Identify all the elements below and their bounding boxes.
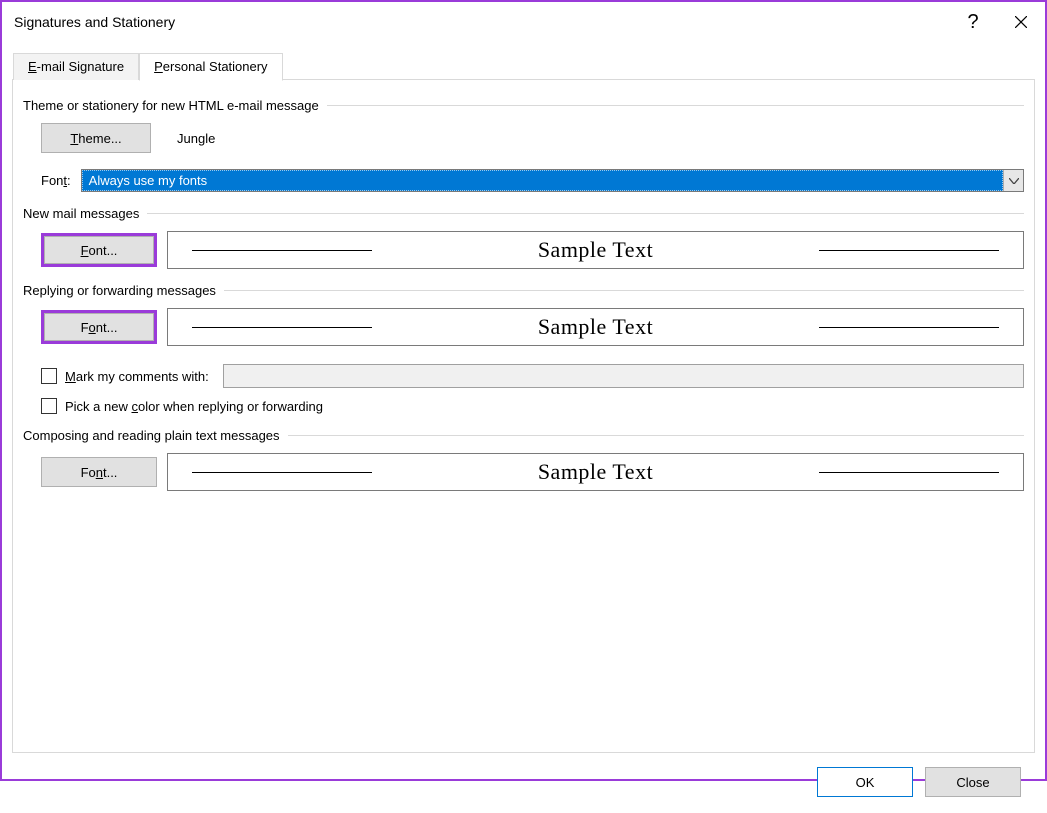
divider: [288, 435, 1024, 436]
mark-comments-label: Mark my comments with:: [65, 369, 209, 384]
plain-font-button[interactable]: Font...: [41, 457, 157, 487]
ok-button[interactable]: OK: [817, 767, 913, 797]
highlight-wrap: Font...: [41, 233, 157, 267]
mark-comments-input[interactable]: [223, 364, 1024, 388]
section-reply-header: Replying or forwarding messages: [23, 283, 1024, 298]
section-plain-label: Composing and reading plain text message…: [23, 428, 280, 443]
tab-personal-stationery[interactable]: Personal Stationery: [139, 53, 282, 81]
divider: [147, 213, 1024, 214]
mark-comments-checkbox[interactable]: [41, 368, 57, 384]
plain-row: Font... Sample Text: [41, 453, 1024, 491]
tab-content: Theme or stationery for new HTML e-mail …: [13, 80, 1034, 501]
tab-strip: E-mail Signature Personal Stationery: [13, 53, 283, 80]
rule-line: [819, 472, 999, 473]
font-dropdown-value: Always use my fonts: [82, 170, 1003, 191]
section-new-mail-header: New mail messages: [23, 206, 1024, 221]
sample-text: Sample Text: [538, 459, 653, 485]
rule-line: [192, 472, 372, 473]
help-button[interactable]: ?: [949, 2, 997, 42]
close-window-button[interactable]: [997, 2, 1045, 42]
rule-line: [192, 327, 372, 328]
new-mail-row: Font... Sample Text: [41, 231, 1024, 269]
highlight-wrap: Font...: [41, 310, 157, 344]
close-button[interactable]: Close: [925, 767, 1021, 797]
dialog-window: Signatures and Stationery ? E-mail Signa…: [0, 0, 1047, 781]
font-dropdown[interactable]: Always use my fonts: [81, 169, 1024, 192]
reply-row: Font... Sample Text: [41, 308, 1024, 346]
dialog-footer: OK Close: [12, 753, 1035, 813]
reply-font-button[interactable]: Font...: [44, 313, 154, 341]
close-icon: [1015, 16, 1027, 28]
sample-text: Sample Text: [538, 314, 653, 340]
title-bar: Signatures and Stationery ?: [2, 2, 1045, 42]
font-dropdown-row: Font: Always use my fonts: [41, 169, 1024, 192]
tab-frame: E-mail Signature Personal Stationery The…: [12, 79, 1035, 753]
pick-color-checkbox[interactable]: [41, 398, 57, 414]
mark-comments-row: Mark my comments with:: [41, 364, 1024, 388]
section-theme-header: Theme or stationery for new HTML e-mail …: [23, 98, 1024, 113]
window-title: Signatures and Stationery: [14, 14, 949, 30]
theme-row: Theme... Jungle: [41, 123, 1024, 153]
section-theme-label: Theme or stationery for new HTML e-mail …: [23, 98, 319, 113]
chevron-down-icon: [1003, 170, 1023, 191]
reply-sample: Sample Text: [167, 308, 1024, 346]
plain-sample: Sample Text: [167, 453, 1024, 491]
section-new-mail-label: New mail messages: [23, 206, 139, 221]
rule-line: [819, 327, 999, 328]
divider: [224, 290, 1024, 291]
sample-text: Sample Text: [538, 237, 653, 263]
new-mail-sample: Sample Text: [167, 231, 1024, 269]
rule-line: [192, 250, 372, 251]
pick-color-row: Pick a new color when replying or forwar…: [41, 398, 1024, 414]
section-reply-label: Replying or forwarding messages: [23, 283, 216, 298]
section-plain-header: Composing and reading plain text message…: [23, 428, 1024, 443]
new-mail-font-button[interactable]: Font...: [44, 236, 154, 264]
theme-name-label: Jungle: [177, 131, 215, 146]
theme-button[interactable]: Theme...: [41, 123, 151, 153]
client-area: E-mail Signature Personal Stationery The…: [2, 42, 1045, 813]
font-dropdown-label: Font:: [41, 173, 71, 188]
pick-color-label: Pick a new color when replying or forwar…: [65, 399, 323, 414]
divider: [327, 105, 1024, 106]
rule-line: [819, 250, 999, 251]
tab-email-signature[interactable]: E-mail Signature: [13, 53, 139, 80]
